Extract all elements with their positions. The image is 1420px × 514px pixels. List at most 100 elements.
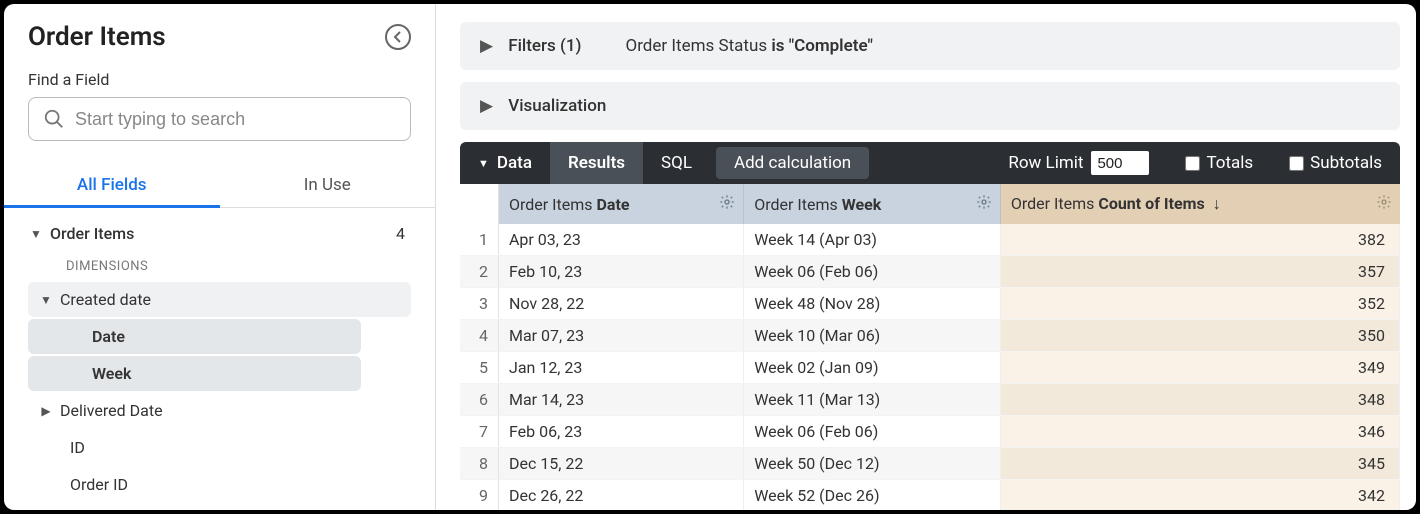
table-row[interactable]: 2Feb 10, 23Week 06 (Feb 06)357 <box>460 256 1400 288</box>
cell-week[interactable]: Week 14 (Apr 03) <box>744 224 1001 256</box>
column-header-week[interactable]: Order Items Week <box>744 184 1001 224</box>
cell-week[interactable]: Week 52 (Dec 26) <box>744 480 1001 511</box>
results-table: Order Items Date Order Items Week <box>460 184 1400 510</box>
search-field-wrapper[interactable] <box>28 97 411 141</box>
table-row[interactable]: 6Mar 14, 23Week 11 (Mar 13)348 <box>460 384 1400 416</box>
table-row[interactable]: 4Mar 07, 23Week 10 (Mar 06)350 <box>460 320 1400 352</box>
totals-toggle[interactable]: Totals <box>1167 142 1271 184</box>
table-row[interactable]: 3Nov 28, 22Week 48 (Nov 28)352 <box>460 288 1400 320</box>
field-group-label: Delivered Date <box>60 401 401 420</box>
cell-count[interactable]: 342 <box>1000 480 1399 511</box>
spacer <box>869 142 990 184</box>
cell-date[interactable]: Mar 14, 23 <box>498 384 743 416</box>
filters-panel[interactable]: ▶ Filters (1) Order Items Status is "Com… <box>460 22 1400 70</box>
caret-down-icon: ▼ <box>38 293 54 307</box>
explore-group-label: Order Items <box>50 224 396 243</box>
field-label: Date <box>597 195 630 214</box>
results-table-wrap: Order Items Date Order Items Week <box>460 184 1400 510</box>
field-label: Week <box>842 195 882 214</box>
field-picker-sidebar: Order Items Find a Field All Fields In U… <box>4 4 436 510</box>
row-number-header <box>460 184 498 224</box>
field-label: Count of Items <box>1098 194 1204 213</box>
gear-icon[interactable] <box>976 194 992 214</box>
field-id[interactable]: ID <box>28 430 361 465</box>
subtotals-checkbox[interactable] <box>1289 156 1304 171</box>
totals-checkbox[interactable] <box>1185 156 1200 171</box>
dimensions-section-label: DIMENSIONS <box>28 249 411 280</box>
data-label: Data <box>497 153 532 173</box>
add-calculation-button[interactable]: Add calculation <box>716 147 869 179</box>
cell-date[interactable]: Feb 06, 23 <box>498 416 743 448</box>
visualization-panel-header: ▶ Visualization <box>480 96 606 116</box>
filters-panel-title: Filters (1) <box>508 36 581 56</box>
tab-in-use[interactable]: In Use <box>220 163 436 207</box>
field-group-delivered-date[interactable]: ▶ Delivered Date <box>28 393 411 428</box>
cell-count[interactable]: 357 <box>1000 256 1399 288</box>
caret-right-icon: ▶ <box>480 96 492 116</box>
cell-count[interactable]: 352 <box>1000 288 1399 320</box>
collapse-sidebar-button[interactable] <box>385 24 411 50</box>
table-row[interactable]: 9Dec 26, 22Week 52 (Dec 26)342 <box>460 480 1400 511</box>
explore-title: Order Items <box>28 22 166 52</box>
table-body: 1Apr 03, 23Week 14 (Apr 03)3822Feb 10, 2… <box>460 224 1400 510</box>
data-bar: ▼ Data Results SQL Add calculation Row L… <box>460 142 1400 184</box>
explore-group-order-items[interactable]: ▼ Order Items 4 <box>28 218 411 249</box>
subtotals-toggle[interactable]: Subtotals <box>1271 142 1400 184</box>
main-panel: ▶ Filters (1) Order Items Status is "Com… <box>436 4 1416 510</box>
chevron-left-icon <box>393 31 403 43</box>
cell-date[interactable]: Dec 15, 22 <box>498 448 743 480</box>
field-date[interactable]: Date <box>28 319 361 354</box>
search-input[interactable] <box>75 109 396 130</box>
table-row[interactable]: 8Dec 15, 22Week 50 (Dec 12)345 <box>460 448 1400 480</box>
tab-sql[interactable]: SQL <box>643 142 710 184</box>
cell-count[interactable]: 346 <box>1000 416 1399 448</box>
row-number: 5 <box>460 352 498 384</box>
cell-week[interactable]: Week 48 (Nov 28) <box>744 288 1001 320</box>
data-dropdown[interactable]: ▼ Data <box>460 142 550 184</box>
cell-count[interactable]: 349 <box>1000 352 1399 384</box>
field-week[interactable]: Week <box>28 356 361 391</box>
row-number: 9 <box>460 480 498 511</box>
cell-date[interactable]: Jan 12, 23 <box>498 352 743 384</box>
cell-date[interactable]: Apr 03, 23 <box>498 224 743 256</box>
cell-week[interactable]: Week 06 (Feb 06) <box>744 256 1001 288</box>
caret-down-icon: ▼ <box>28 227 44 241</box>
table-row[interactable]: 7Feb 06, 23Week 06 (Feb 06)346 <box>460 416 1400 448</box>
tab-results[interactable]: Results <box>550 142 643 184</box>
cell-week[interactable]: Week 10 (Mar 06) <box>744 320 1001 352</box>
row-limit-input[interactable] <box>1091 151 1149 175</box>
cell-date[interactable]: Feb 10, 23 <box>498 256 743 288</box>
cell-week[interactable]: Week 50 (Dec 12) <box>744 448 1001 480</box>
cell-date[interactable]: Mar 07, 23 <box>498 320 743 352</box>
field-order-id[interactable]: Order ID <box>28 467 361 502</box>
filter-field-label: Order Items Status <box>626 36 768 56</box>
gear-icon[interactable] <box>1376 194 1392 214</box>
cell-date[interactable]: Dec 26, 22 <box>498 480 743 511</box>
view-label: Order Items <box>509 195 593 214</box>
cell-count[interactable]: 350 <box>1000 320 1399 352</box>
row-number: 3 <box>460 288 498 320</box>
filter-value: is "Complete" <box>771 36 873 56</box>
sort-desc-icon: ↓ <box>1213 194 1221 213</box>
visualization-panel[interactable]: ▶ Visualization <box>460 82 1400 130</box>
column-header-count[interactable]: Order Items Count of Items ↓ <box>1000 184 1399 224</box>
table-row[interactable]: 5Jan 12, 23Week 02 (Jan 09)349 <box>460 352 1400 384</box>
cell-count[interactable]: 348 <box>1000 384 1399 416</box>
gear-icon[interactable] <box>719 194 735 214</box>
cell-count[interactable]: 382 <box>1000 224 1399 256</box>
field-tabs: All Fields In Use <box>4 163 435 208</box>
table-row[interactable]: 1Apr 03, 23Week 14 (Apr 03)382 <box>460 224 1400 256</box>
column-header-date[interactable]: Order Items Date <box>498 184 743 224</box>
row-number: 1 <box>460 224 498 256</box>
field-group-created-date[interactable]: ▼ Created date <box>28 282 411 317</box>
cell-week[interactable]: Week 11 (Mar 13) <box>744 384 1001 416</box>
view-label: Order Items <box>1011 194 1095 213</box>
row-limit-label: Row Limit <box>1008 153 1083 173</box>
cell-week[interactable]: Week 02 (Jan 09) <box>744 352 1001 384</box>
cell-date[interactable]: Nov 28, 22 <box>498 288 743 320</box>
field-tree: ▼ Order Items 4 DIMENSIONS ▼ Created dat… <box>28 208 411 504</box>
tab-all-fields[interactable]: All Fields <box>4 163 220 207</box>
cell-count[interactable]: 345 <box>1000 448 1399 480</box>
cell-week[interactable]: Week 06 (Feb 06) <box>744 416 1001 448</box>
row-number: 2 <box>460 256 498 288</box>
